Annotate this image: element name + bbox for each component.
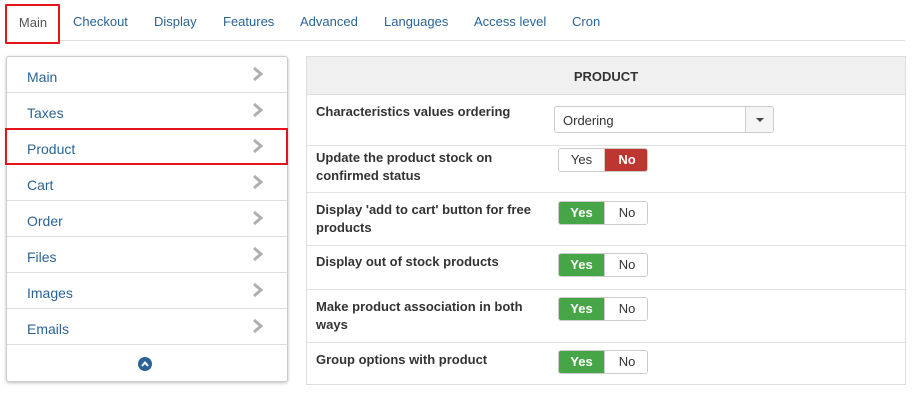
panel-title: PRODUCT xyxy=(307,57,905,95)
group-options-toggle: Yes No xyxy=(558,350,648,374)
tab-main[interactable]: Main xyxy=(6,4,60,42)
tab-advanced[interactable]: Advanced xyxy=(300,14,358,29)
settings-tabs: Main Checkout Display Features Advanced … xyxy=(5,0,905,42)
sidebar-item-images[interactable]: Images xyxy=(7,273,287,309)
sidebar-item-label: Product xyxy=(27,141,76,157)
toggle-yes-button[interactable]: Yes xyxy=(559,149,604,171)
sidebar-item-label: Main xyxy=(27,69,58,85)
add-to-cart-free-toggle: Yes No xyxy=(558,201,648,225)
tab-access-level[interactable]: Access level xyxy=(474,14,546,29)
sidebar-item-emails[interactable]: Emails xyxy=(7,309,287,345)
product-settings-panel: PRODUCT Characteristics values ordering … xyxy=(306,56,906,385)
toggle-no-button[interactable]: No xyxy=(604,298,647,320)
chevron-right-icon xyxy=(253,174,264,190)
setting-label: Display out of stock products xyxy=(316,254,499,269)
setting-label: Update the product stock on confirmed st… xyxy=(316,150,493,183)
chevron-right-icon xyxy=(253,282,264,298)
sidebar-item-main[interactable]: Main xyxy=(7,57,287,93)
setting-label: Characteristics values ordering xyxy=(316,104,511,119)
sidebar-item-label: Order xyxy=(27,213,63,229)
toggle-yes-button[interactable]: Yes xyxy=(559,298,604,320)
chevron-right-icon xyxy=(253,210,264,226)
settings-sidebar: Main Taxes Product Cart Order Files Imag… xyxy=(6,56,288,382)
toggle-yes-button[interactable]: Yes xyxy=(559,202,604,224)
toggle-no-button[interactable]: No xyxy=(604,149,647,171)
chevron-right-icon xyxy=(253,102,264,118)
tab-checkout[interactable]: Checkout xyxy=(73,14,128,29)
chevron-down-icon[interactable] xyxy=(745,107,773,132)
ordering-select-value: Ordering xyxy=(563,113,614,128)
sidebar-item-product[interactable]: Product xyxy=(7,129,287,165)
sidebar-item-taxes[interactable]: Taxes xyxy=(7,93,287,129)
chevron-right-icon xyxy=(253,138,264,154)
toggle-yes-button[interactable]: Yes xyxy=(559,254,604,276)
tab-features[interactable]: Features xyxy=(223,14,274,29)
sidebar-item-label: Emails xyxy=(27,321,70,337)
setting-label: Display 'add to cart' button for free pr… xyxy=(316,202,531,235)
chevron-right-icon xyxy=(253,246,264,262)
ordering-select[interactable]: Ordering xyxy=(554,106,774,133)
sidebar-item-order[interactable]: Order xyxy=(7,201,287,237)
sidebar-item-label: Cart xyxy=(27,177,54,193)
update-stock-toggle: Yes No xyxy=(558,148,648,172)
association-toggle: Yes No xyxy=(558,297,648,321)
toggle-no-button[interactable]: No xyxy=(604,351,647,373)
setting-row-association: Make product association in both ways Ye… xyxy=(307,290,905,343)
out-of-stock-toggle: Yes No xyxy=(558,253,648,277)
sidebar-item-label: Images xyxy=(27,285,73,301)
sidebar-item-label: Taxes xyxy=(27,105,64,121)
setting-row-group-options: Group options with product Yes No xyxy=(307,343,905,385)
setting-row-ordering: Characteristics values ordering Ordering xyxy=(307,95,905,146)
chevron-up-circle-icon[interactable] xyxy=(138,357,152,371)
tab-languages[interactable]: Languages xyxy=(384,14,448,29)
sidebar-item-cart[interactable]: Cart xyxy=(7,165,287,201)
toggle-no-button[interactable]: No xyxy=(604,254,647,276)
sidebar-item-label: Files xyxy=(27,249,57,265)
sidebar-footer xyxy=(7,346,287,382)
tab-display[interactable]: Display xyxy=(154,14,197,29)
chevron-right-icon xyxy=(253,318,264,334)
setting-label: Group options with product xyxy=(316,352,488,367)
setting-label: Make product association in both ways xyxy=(316,299,523,332)
tab-cron[interactable]: Cron xyxy=(572,14,600,29)
setting-row-update-stock: Update the product stock on confirmed st… xyxy=(307,146,905,193)
setting-row-add-to-cart-free: Display 'add to cart' button for free pr… xyxy=(307,193,905,246)
toggle-no-button[interactable]: No xyxy=(604,202,647,224)
chevron-right-icon xyxy=(253,66,264,82)
toggle-yes-button[interactable]: Yes xyxy=(559,351,604,373)
setting-row-out-of-stock: Display out of stock products Yes No xyxy=(307,246,905,290)
sidebar-item-files[interactable]: Files xyxy=(7,237,287,273)
